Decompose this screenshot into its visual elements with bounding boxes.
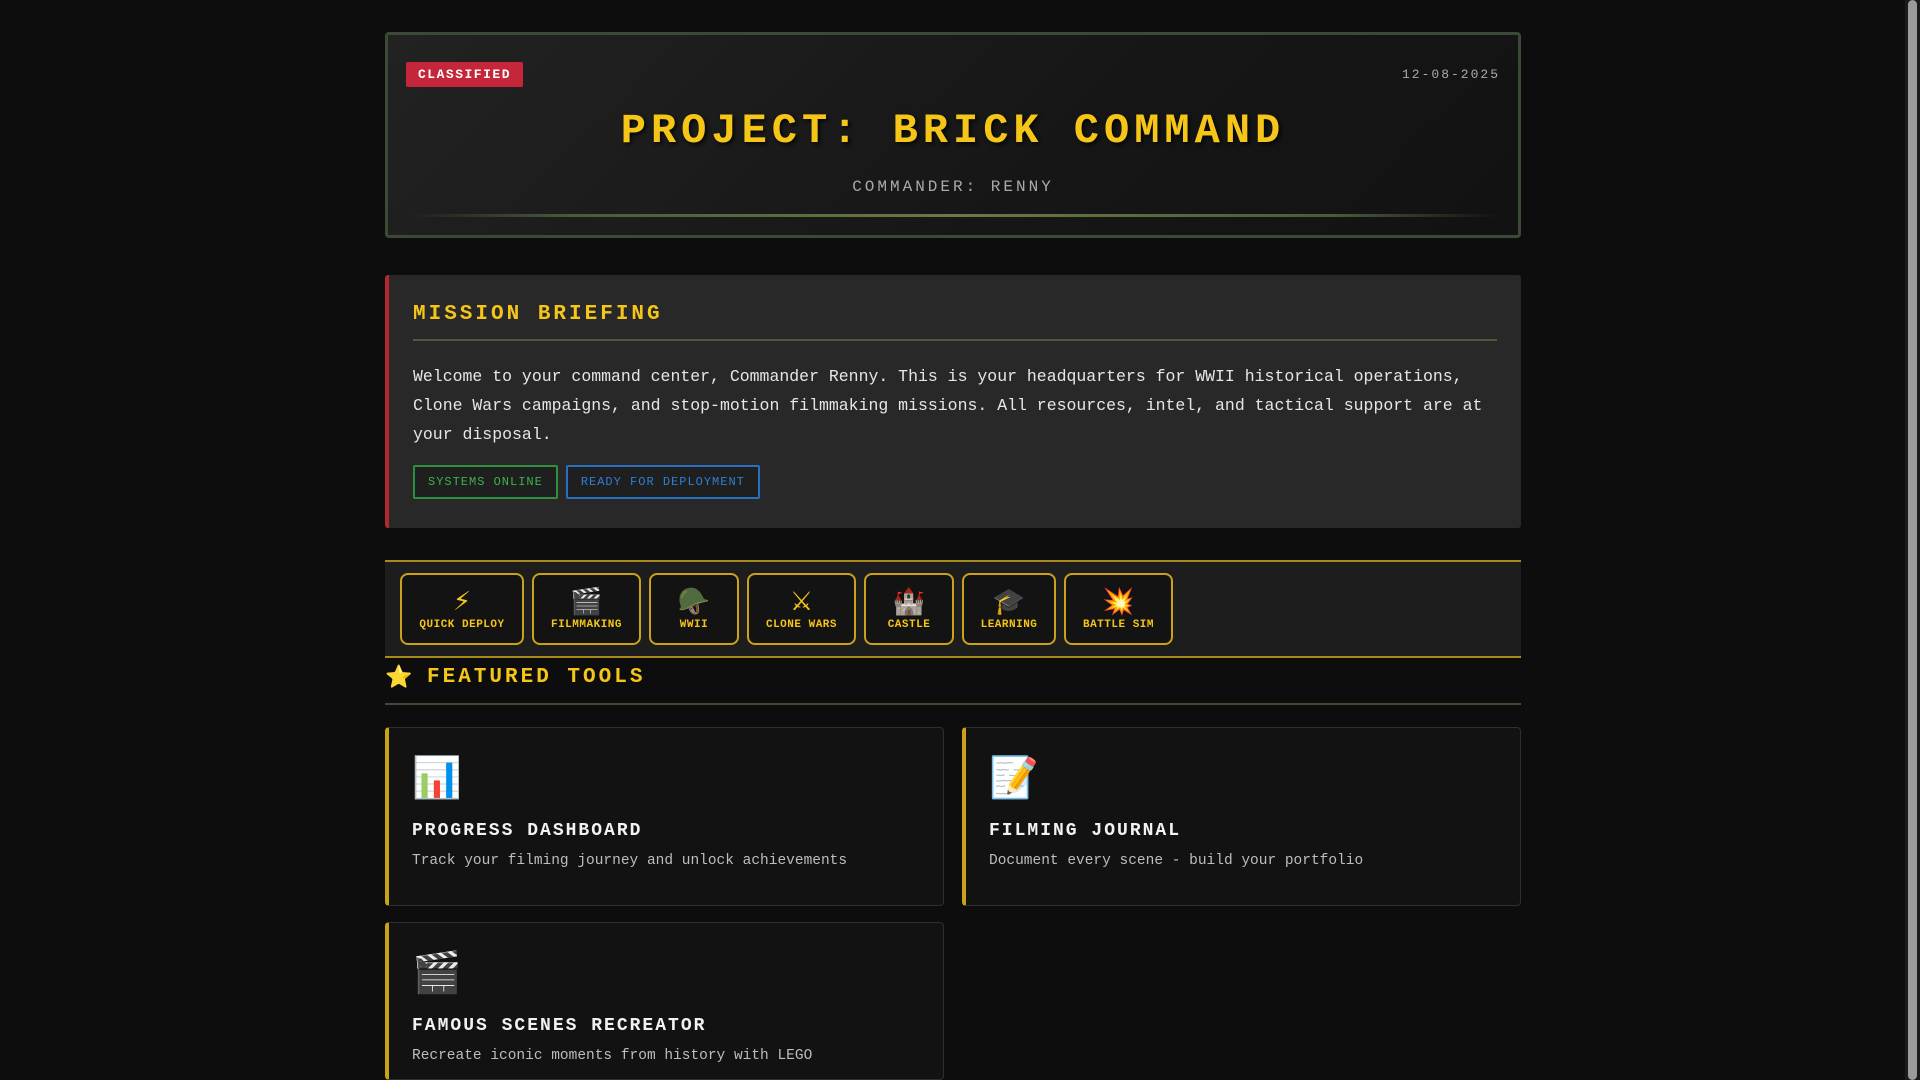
- page: CLASSIFIED 12-08-2025 PROJECT: BRICK COM…: [385, 32, 1521, 1080]
- famous-scenes-recreator-card[interactable]: 🎬 FAMOUS SCENES RECREATOR Recreate iconi…: [385, 922, 944, 1080]
- featured-tools-header: ⭐ FEATURED TOOLS: [385, 663, 1521, 705]
- nav-label: WWII: [679, 619, 709, 631]
- commander-label: COMMANDER: RENNY: [852, 178, 1054, 196]
- nav-label: BATTLE SIM: [1082, 619, 1154, 631]
- header-panel: CLASSIFIED 12-08-2025 PROJECT: BRICK COM…: [385, 32, 1521, 238]
- card-description: Recreate iconic moments from history wit…: [412, 1048, 813, 1064]
- header-date: 12-08-2025: [1401, 67, 1500, 82]
- nav-clone-wars-button[interactable]: ⚔ CLONE WARS: [747, 573, 856, 645]
- quick-nav-bar: ⚡ QUICK DEPLOY 🎬 FILMMAKING 🪖 WWII ⚔ CLO…: [385, 560, 1521, 658]
- classified-badge: CLASSIFIED: [406, 62, 524, 87]
- nav-quick-deploy-button[interactable]: ⚡ QUICK DEPLOY: [400, 573, 524, 645]
- crossed-swords-icon: ⚔: [789, 587, 814, 617]
- clapperboard-icon: 🎬: [412, 950, 462, 996]
- nav-label: LEARNING: [980, 619, 1038, 631]
- briefing-title: MISSION BRIEFING: [413, 303, 663, 326]
- nav-castle-button[interactable]: 🏰 CASTLE: [864, 573, 954, 645]
- nav-battle-sim-button[interactable]: 💥 BATTLE SIM: [1064, 573, 1173, 645]
- nav-learning-button[interactable]: 🎓 LEARNING: [962, 573, 1056, 645]
- ready-for-deployment-badge: READY FOR DEPLOYMENT: [565, 465, 760, 499]
- castle-icon: 🏰: [892, 587, 926, 617]
- card-title: PROGRESS DASHBOARD: [412, 821, 643, 841]
- lightning-icon: ⚡: [452, 587, 472, 617]
- progress-dashboard-card[interactable]: 📊 PROGRESS DASHBOARD Track your filming …: [385, 727, 944, 906]
- nav-label: FILMMAKING: [550, 619, 622, 631]
- nav-label: CASTLE: [887, 619, 931, 631]
- status-row: SYSTEMS ONLINE READY FOR DEPLOYMENT: [413, 465, 1497, 499]
- nav-wwii-button[interactable]: 🪖 WWII: [649, 573, 739, 645]
- clapperboard-icon: 🎬: [570, 587, 603, 617]
- explosion-icon: 💥: [1102, 587, 1135, 617]
- nav-label: CLONE WARS: [765, 619, 837, 631]
- featured-tools-title: FEATURED TOOLS: [427, 666, 646, 689]
- memo-icon: 📝: [989, 755, 1039, 801]
- mission-briefing-panel: MISSION BRIEFING Welcome to your command…: [385, 275, 1521, 528]
- card-title: FILMING JOURNAL: [989, 821, 1182, 841]
- military-helmet-icon: 🪖: [677, 587, 711, 617]
- card-description: Document every scene - build your portfo…: [989, 853, 1364, 869]
- scrollbar-thumb[interactable]: [1908, 0, 1917, 1080]
- briefing-divider: [413, 339, 1497, 341]
- systems-online-badge: SYSTEMS ONLINE: [413, 465, 558, 499]
- vertical-scrollbar[interactable]: [1905, 0, 1920, 1080]
- header-divider: [408, 214, 1498, 217]
- nav-label: QUICK DEPLOY: [419, 619, 505, 631]
- filming-journal-card[interactable]: 📝 FILMING JOURNAL Document every scene -…: [962, 727, 1521, 906]
- page-title: PROJECT: BRICK COMMAND: [620, 107, 1286, 155]
- bar-chart-icon: 📊: [412, 755, 462, 801]
- star-icon: ⭐: [385, 665, 413, 690]
- card-description: Track your filming journey and unlock ac…: [412, 853, 848, 869]
- nav-filmmaking-button[interactable]: 🎬 FILMMAKING: [532, 573, 641, 645]
- briefing-text: Welcome to your command center, Commande…: [413, 367, 1483, 444]
- card-title: FAMOUS SCENES RECREATOR: [412, 1016, 707, 1036]
- graduation-cap-icon: 🎓: [992, 587, 1026, 617]
